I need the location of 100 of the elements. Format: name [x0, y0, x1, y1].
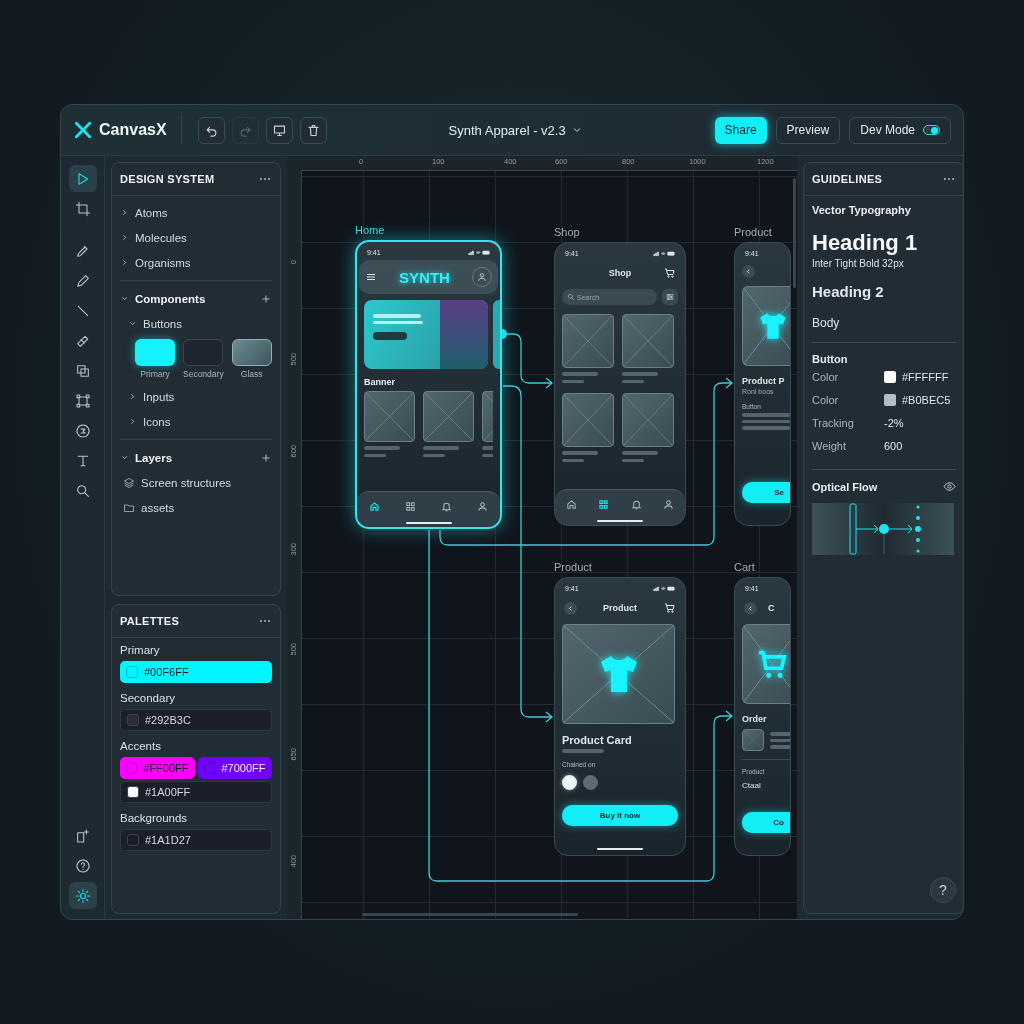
scrollbar[interactable]	[362, 913, 578, 916]
layer-item[interactable]: assets	[120, 495, 272, 520]
color-chip[interactable]: #292B3C	[120, 709, 272, 731]
menu-icon[interactable]	[365, 271, 377, 283]
grid-icon[interactable]	[405, 501, 417, 512]
product-title: Product P	[742, 376, 786, 386]
tool-button[interactable]	[68, 882, 97, 909]
hex-value: #FF00FF	[143, 762, 189, 774]
image-placeholder	[622, 393, 674, 447]
monitor-icon	[271, 122, 287, 138]
color-option[interactable]	[583, 774, 598, 790]
action-button[interactable]: Se	[742, 482, 790, 503]
image-placeholder	[622, 314, 674, 368]
product-title: Product Card	[562, 734, 633, 746]
text-placeholder	[742, 413, 790, 417]
screen-title: Product	[603, 603, 637, 613]
monitor-button[interactable]	[265, 116, 293, 144]
grid-icon[interactable]	[598, 499, 610, 510]
action-button[interactable]: Co	[742, 812, 790, 833]
bell-icon[interactable]	[630, 499, 642, 510]
caret-icon[interactable]	[120, 453, 129, 462]
trash-button[interactable]	[299, 116, 327, 144]
text-placeholder	[770, 738, 790, 742]
duplicate-icon	[74, 362, 91, 379]
home-indicator	[597, 848, 643, 850]
tree-label[interactable]: Components	[135, 292, 206, 305]
filter-icon	[665, 292, 675, 302]
color-chip[interactable]: #7000FF	[197, 757, 272, 779]
help-icon	[74, 857, 91, 874]
tree-label: Organisms	[135, 256, 191, 269]
toggle-switch[interactable]	[923, 125, 940, 135]
back-button[interactable]	[564, 601, 577, 615]
color-swatch	[126, 666, 138, 678]
text-placeholder	[364, 453, 386, 457]
tree-item[interactable]: Buttons	[120, 311, 272, 336]
back-button[interactable]	[744, 601, 757, 615]
tool-button[interactable]	[68, 165, 97, 192]
user-icon[interactable]	[476, 501, 488, 512]
text-placeholder	[423, 453, 445, 457]
palette-label: Backgrounds	[120, 812, 189, 824]
undo-button[interactable]	[197, 116, 225, 144]
frame-label[interactable]: Cart	[734, 561, 755, 573]
tree-item[interactable]: Inputs	[120, 384, 272, 409]
user-icon[interactable]	[663, 499, 675, 510]
section-title: Vector Typography	[812, 204, 912, 216]
text-placeholder	[770, 732, 790, 736]
hex-value: #7000FF	[221, 762, 266, 774]
text-placeholder	[742, 426, 790, 430]
caret-icon[interactable]	[120, 294, 129, 303]
settings-icon	[74, 887, 91, 904]
home-icon[interactable]	[369, 501, 381, 512]
home-icon[interactable]	[565, 499, 577, 510]
buy-button[interactable]: Buy it now	[562, 805, 678, 826]
property-value: #FFFFFF	[902, 370, 949, 383]
cart-icon[interactable]	[664, 267, 676, 279]
button-variant-swatch[interactable]	[231, 339, 272, 366]
frame-label[interactable]: Product	[734, 226, 772, 238]
banner-card[interactable]	[364, 300, 488, 369]
button-placeholder	[373, 332, 407, 340]
bell-icon[interactable]	[440, 501, 452, 512]
frame-label[interactable]: Product	[554, 561, 592, 573]
avatar-button[interactable]	[472, 267, 492, 287]
share-button[interactable]: Share	[714, 116, 767, 144]
logo-icon	[73, 120, 93, 140]
document-title[interactable]: Synth Apparel - v2.3	[446, 120, 585, 140]
color-chip[interactable]: #FF00FF	[120, 757, 195, 779]
back-button[interactable]	[742, 265, 755, 278]
filter-button[interactable]	[662, 289, 678, 305]
text-placeholder	[373, 320, 423, 324]
tree-item[interactable]: Icons	[120, 409, 272, 434]
zoom-icon	[74, 482, 91, 499]
section-title: Button	[812, 353, 849, 365]
layer-item[interactable]: Screen structures	[120, 470, 272, 495]
color-chip[interactable]: #1A1D27	[120, 829, 272, 851]
frame-label[interactable]: Home	[355, 224, 385, 236]
color-chip[interactable]: #00F6FF	[120, 661, 272, 683]
text-placeholder	[742, 419, 790, 423]
button-variant-swatch[interactable]	[183, 339, 224, 366]
dev-mode-toggle[interactable]: Dev Mode	[849, 116, 951, 144]
text-placeholder	[562, 372, 598, 376]
app-name: CanvasX	[99, 121, 167, 139]
tree-item[interactable]: Molecules	[120, 225, 272, 250]
tree-item[interactable]: Atoms	[120, 200, 272, 225]
variant-label: Primary	[140, 369, 170, 379]
tree-item[interactable]: Organisms	[120, 250, 272, 275]
eye-icon[interactable]	[943, 480, 956, 493]
tree-label[interactable]: Layers	[135, 451, 173, 464]
color-chip[interactable]: #1A00FF	[120, 781, 272, 803]
pencil-icon	[74, 272, 91, 289]
cart-icon[interactable]	[664, 602, 676, 614]
heading-sample: Heading 2	[812, 283, 885, 300]
photo-placeholder	[440, 300, 488, 369]
home-indicator	[597, 520, 643, 522]
help-button[interactable]: ?	[930, 877, 956, 903]
screen-title: C	[768, 603, 775, 613]
button-variant-swatch[interactable]	[135, 339, 175, 366]
frame-label[interactable]: Shop	[554, 226, 580, 238]
section-title: Banner	[364, 377, 396, 387]
panel-title: DESIGN SYSTEM	[120, 173, 215, 185]
preview-button[interactable]: Preview	[775, 116, 841, 144]
